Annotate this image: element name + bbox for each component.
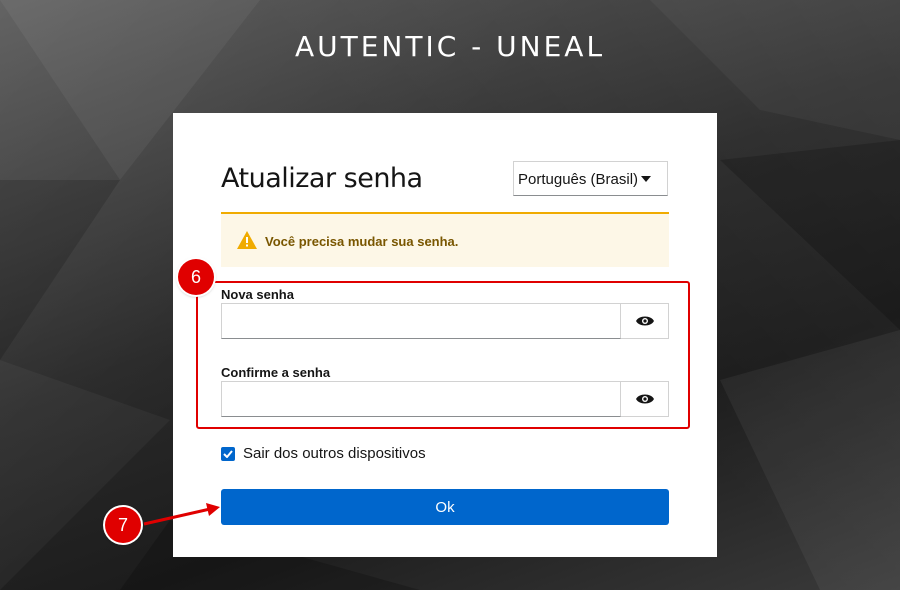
logout-other-devices-row: Sair dos outros dispositivos xyxy=(221,445,426,462)
language-selected-label: Português (Brasil) xyxy=(518,171,639,188)
step-6-badge: 6 xyxy=(178,259,214,295)
alert-message: Você precisa mudar sua senha. xyxy=(265,234,459,249)
logout-other-devices-label: Sair dos outros dispositivos xyxy=(243,445,426,462)
step-7-badge: 7 xyxy=(105,507,141,543)
arrow-to-ok-icon xyxy=(143,503,220,526)
logout-other-devices-checkbox[interactable] xyxy=(221,446,235,461)
caret-down-icon xyxy=(641,176,651,182)
language-select[interactable]: Português (Brasil) xyxy=(513,161,668,196)
check-icon xyxy=(223,449,233,458)
password-fields-highlight xyxy=(196,281,690,429)
warning-alert: Você precisa mudar sua senha. xyxy=(221,212,669,267)
page-title: Atualizar senha xyxy=(221,163,423,194)
warning-icon xyxy=(237,231,257,249)
ok-button[interactable]: Ok xyxy=(221,489,669,525)
site-title: AUTENTIC - UNEAL xyxy=(294,30,606,63)
